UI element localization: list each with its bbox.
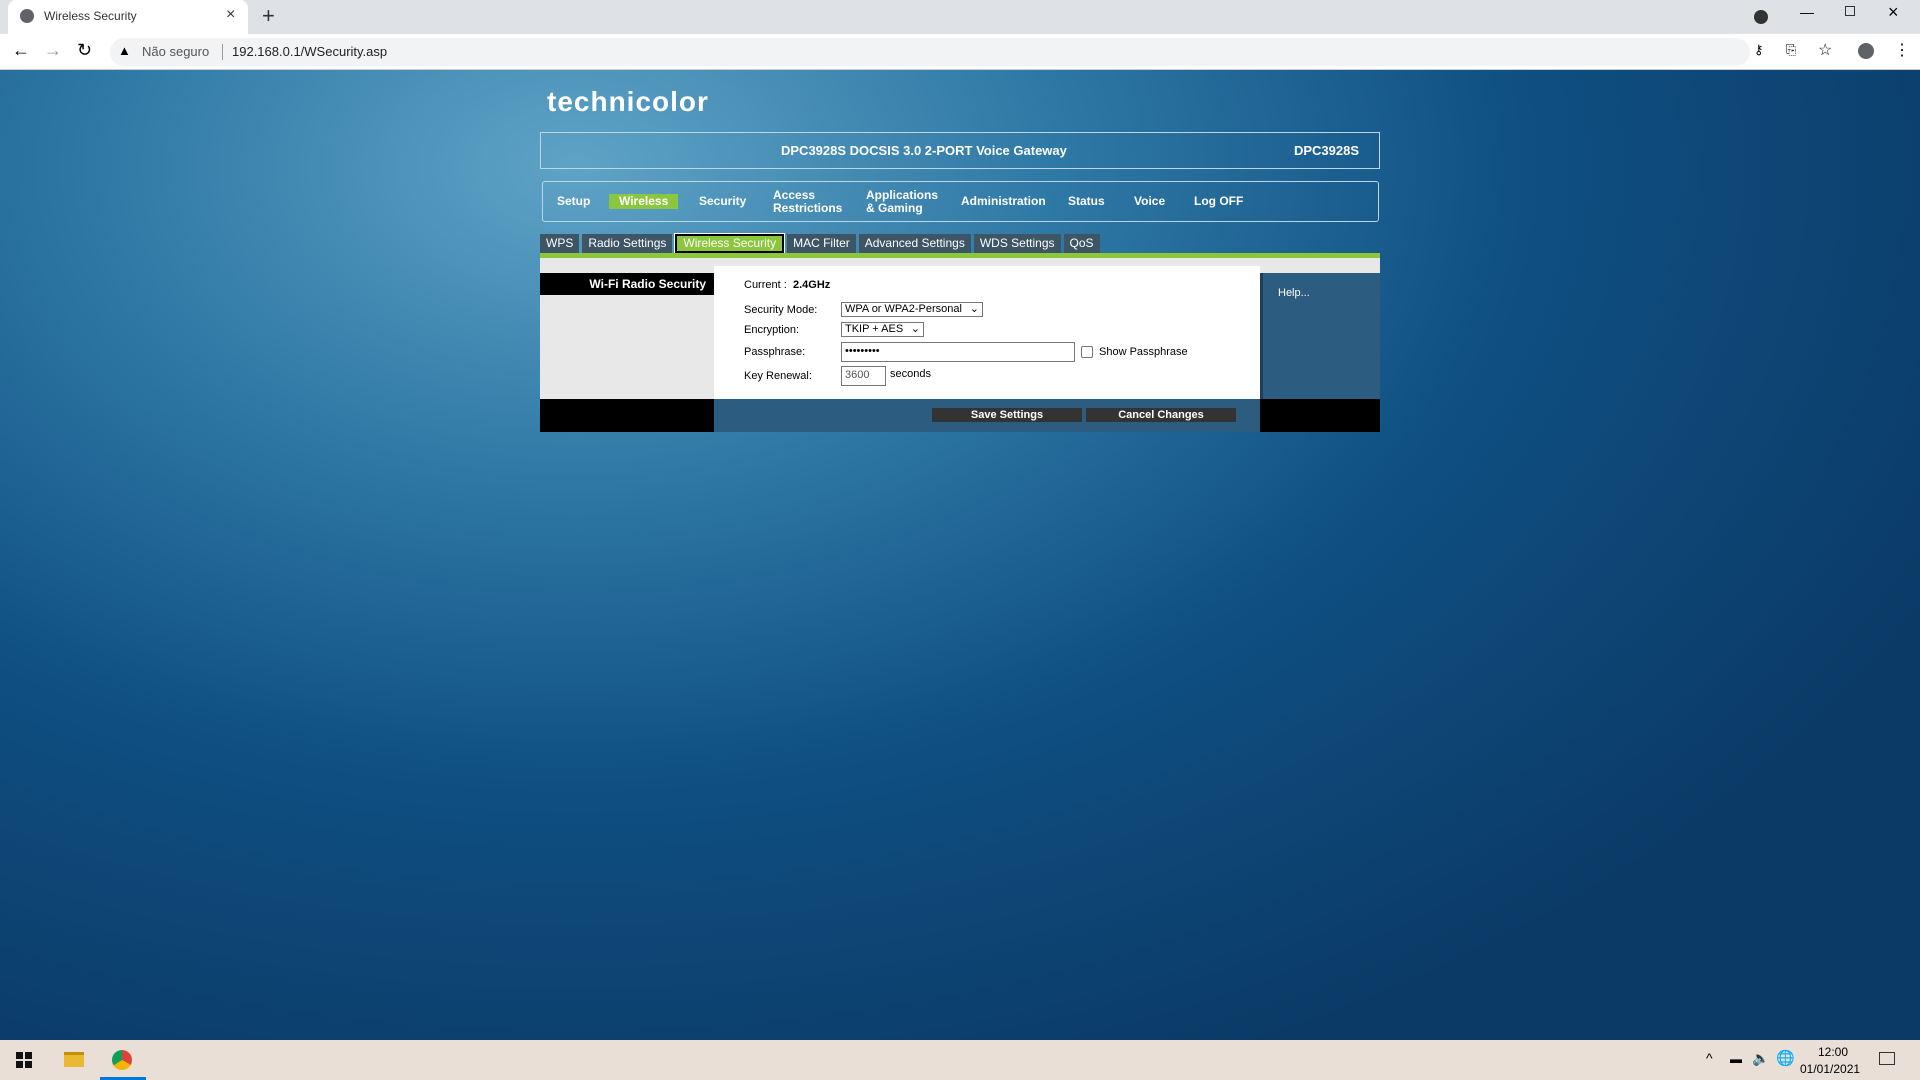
passphrase-input[interactable]: •••••••••: [841, 342, 1075, 362]
help-link[interactable]: Help...: [1260, 273, 1380, 399]
taskbar: ^ ▬ 🔈 🌐 12:00 01/01/2021: [0, 1040, 1920, 1080]
section-heading: Wi-Fi Radio Security: [540, 273, 714, 295]
chevron-down-icon: ⌄: [969, 303, 979, 315]
main-nav: Setup Wireless Security Access Restricti…: [542, 181, 1379, 222]
windows-start-icon[interactable]: [16, 1052, 32, 1068]
security-label[interactable]: Não seguro: [142, 44, 209, 59]
restore-icon[interactable]: [1845, 6, 1855, 16]
key-icon[interactable]: ⚷: [1754, 42, 1764, 58]
nav-log-off[interactable]: Log OFF: [1194, 182, 1243, 221]
subtab-wds-settings[interactable]: WDS Settings: [973, 234, 1061, 253]
notifications-icon[interactable]: [1879, 1052, 1895, 1065]
battery-icon[interactable]: ▬: [1730, 1052, 1742, 1066]
subtab-mac-filter[interactable]: MAC Filter: [787, 234, 856, 253]
model-name: DPC3928S: [1293, 143, 1359, 158]
encryption-select[interactable]: TKIP + AES ⌄: [841, 322, 924, 337]
subtab-advanced-settings[interactable]: Advanced Settings: [858, 234, 971, 253]
translate-icon[interactable]: ⎘: [1786, 42, 1796, 58]
passphrase-label: Passphrase:: [744, 346, 806, 358]
security-mode-label: Security Mode:: [744, 304, 818, 316]
close-tab-icon[interactable]: ×: [226, 6, 235, 24]
globe-icon: [20, 9, 34, 23]
subtab-wps[interactable]: WPS: [540, 234, 580, 253]
chevron-down-icon: ⌄: [910, 323, 920, 335]
nav-administration[interactable]: Administration: [961, 182, 1046, 221]
key-renewal-label: Key Renewal:: [744, 370, 812, 382]
minimize-icon[interactable]: —: [1800, 4, 1814, 20]
nav-security[interactable]: Security: [699, 182, 746, 221]
browser-toolbar: ← → ↻ ▲ Não seguro 192.168.0.1/WSecurity…: [0, 34, 1920, 70]
nav-voice[interactable]: Voice: [1134, 182, 1165, 221]
cancel-changes-button[interactable]: Cancel Changes: [1086, 408, 1236, 422]
tab-search-icon[interactable]: [1754, 10, 1768, 24]
subtab-wireless-security[interactable]: Wireless Security: [675, 234, 785, 253]
security-mode-value: WPA or WPA2-Personal: [845, 303, 962, 315]
nav-setup[interactable]: Setup: [557, 182, 590, 221]
key-renewal-input[interactable]: 3600: [841, 366, 886, 386]
show-hidden-icons[interactable]: ^: [1706, 1050, 1713, 1066]
technicolor-logo: technicolor: [547, 86, 709, 117]
encryption-value: TKIP + AES: [845, 323, 904, 335]
volume-icon[interactable]: 🔈: [1752, 1050, 1769, 1067]
nav-access-restrictions[interactable]: Access Restrictions: [773, 182, 843, 221]
encryption-label: Encryption:: [744, 324, 800, 336]
seconds-label: seconds: [890, 368, 931, 380]
back-icon[interactable]: ←: [12, 40, 30, 61]
product-header: DPC3928S DOCSIS 3.0 2-PORT Voice Gateway…: [540, 132, 1380, 169]
security-form: Current : 2.4GHz Security Mode: WPA or W…: [714, 266, 1260, 399]
nav-wireless[interactable]: Wireless: [609, 194, 679, 209]
star-icon[interactable]: ☆: [1818, 40, 1832, 60]
show-passphrase-label[interactable]: Show Passphrase: [1099, 346, 1188, 358]
new-tab-icon[interactable]: +: [262, 3, 275, 29]
current-band: 2.4GHz: [793, 279, 831, 291]
close-window-icon[interactable]: ×: [1888, 2, 1899, 23]
security-mode-select[interactable]: WPA or WPA2-Personal ⌄: [841, 302, 983, 317]
chrome-icon[interactable]: [112, 1050, 132, 1070]
clock-time[interactable]: 12:00: [1818, 1045, 1848, 1059]
divider: [222, 44, 223, 60]
subtab-radio-settings[interactable]: Radio Settings: [582, 234, 673, 253]
clock-date[interactable]: 01/01/2021: [1800, 1062, 1860, 1076]
forward-icon[interactable]: →: [44, 40, 62, 61]
menu-icon[interactable]: ⋮: [1894, 40, 1910, 60]
tab-title: Wireless Security: [44, 9, 137, 23]
subtab-qos[interactable]: QoS: [1063, 234, 1100, 253]
network-icon[interactable]: 🌐: [1776, 1049, 1795, 1067]
show-passphrase-checkbox[interactable]: [1081, 346, 1093, 358]
file-explorer-icon[interactable]: [64, 1052, 84, 1067]
url-text[interactable]: 192.168.0.1/WSecurity.asp: [232, 44, 387, 59]
current-label: Current :: [744, 279, 787, 291]
save-settings-button[interactable]: Save Settings: [932, 408, 1082, 422]
profile-icon[interactable]: [1858, 43, 1874, 59]
browser-tab[interactable]: Wireless Security ×: [8, 0, 248, 34]
nav-applications-gaming[interactable]: Applications & Gaming: [866, 182, 940, 221]
nav-status[interactable]: Status: [1068, 182, 1105, 221]
sub-tabs: WPS Radio Settings Wireless Security MAC…: [540, 234, 1100, 253]
address-bar[interactable]: ▲ Não seguro 192.168.0.1/WSecurity.asp: [110, 38, 1750, 66]
reload-icon[interactable]: ↻: [77, 40, 92, 61]
browser-tab-strip: Wireless Security × + — ×: [0, 0, 1920, 34]
product-title: DPC3928S DOCSIS 3.0 2-PORT Voice Gateway: [781, 143, 1067, 158]
warning-icon: ▲: [118, 43, 131, 58]
